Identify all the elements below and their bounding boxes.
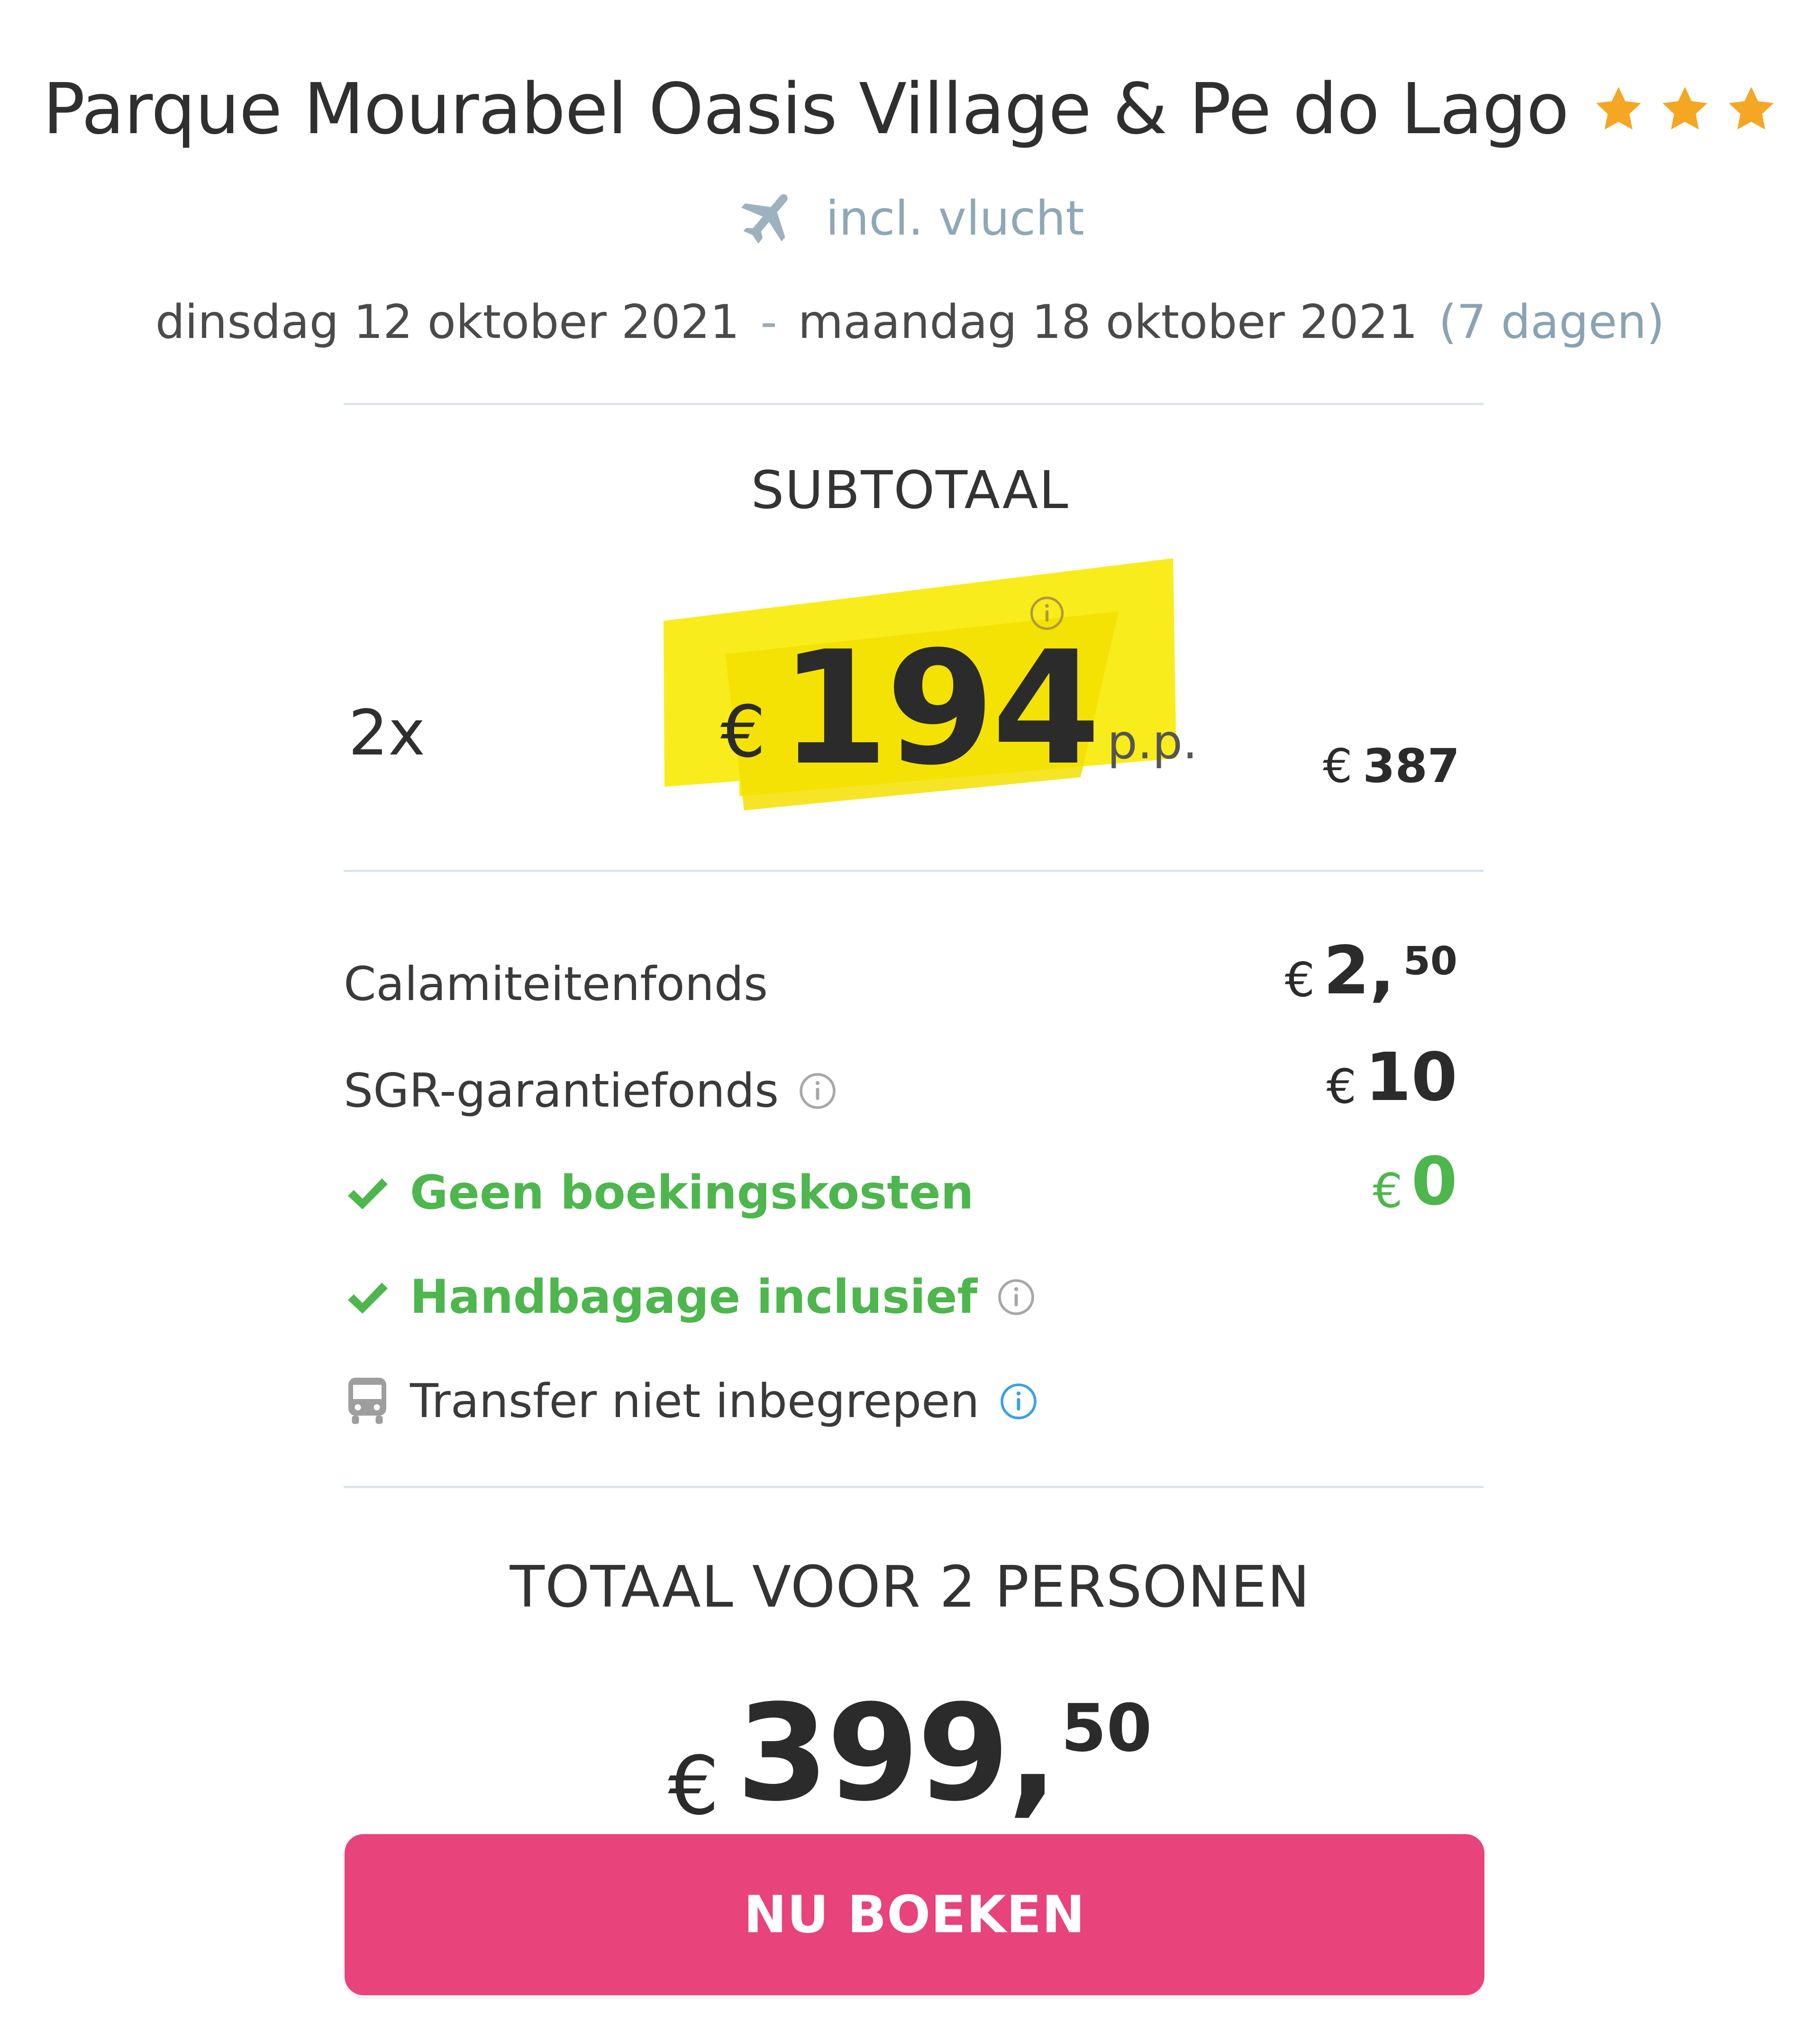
- currency-symbol: €: [668, 1739, 719, 1833]
- transfer-row: Transfer niet inbegrepen: [344, 1374, 1038, 1428]
- divider: [344, 403, 1483, 405]
- transfer-label: Transfer niet inbegrepen: [410, 1374, 980, 1428]
- star-icon: [1592, 83, 1645, 135]
- total-amount: 399,: [736, 1676, 1058, 1831]
- flight-text: incl. vlucht: [826, 190, 1084, 246]
- total-cents: 50: [1061, 1690, 1152, 1766]
- amount-cents: 50: [1403, 939, 1457, 984]
- star-icon: [1659, 83, 1711, 135]
- per-person-suffix: p.p.: [1107, 714, 1198, 770]
- currency-symbol: €: [1372, 1163, 1403, 1218]
- check-icon: [344, 1172, 391, 1214]
- calamiteitenfonds-label: Calamiteitenfonds: [344, 957, 768, 1011]
- amount-value: 0: [1411, 1143, 1457, 1220]
- sgr-garantiefonds-row: SGR-garantiefonds: [344, 1064, 837, 1118]
- star-rating: [1592, 83, 1777, 135]
- no-booking-costs-row: Geen boekingskosten: [344, 1166, 974, 1220]
- info-icon[interactable]: [999, 1382, 1038, 1421]
- calamiteitenfonds-row: Calamiteitenfonds: [344, 957, 768, 1011]
- accommodation-title[interactable]: Parque Mourabel Oasis Village & Pe do La…: [43, 68, 1569, 150]
- currency-symbol: €: [1284, 952, 1315, 1008]
- subtotal-label: SUBTOTAAL: [751, 460, 1069, 520]
- end-date: maandag 18 oktober 2021: [798, 295, 1418, 349]
- sgr-garantiefonds-label: SGR-garantiefonds: [344, 1064, 779, 1118]
- calamiteitenfonds-amount: € 2, 50: [1285, 936, 1457, 1008]
- star-icon: [1725, 83, 1777, 135]
- no-booking-costs-amount: € 0: [1373, 1147, 1457, 1218]
- sgr-garantiefonds-amount: € 10: [1327, 1043, 1457, 1114]
- amount-value: 2,: [1323, 932, 1395, 1009]
- flight-included: incl. vlucht: [0, 185, 1820, 251]
- amount-value: 10: [1365, 1039, 1457, 1116]
- info-icon[interactable]: [996, 1277, 1036, 1317]
- subtotal-total: € 387: [1323, 739, 1460, 793]
- check-icon: [344, 1276, 391, 1318]
- divider: [344, 1486, 1483, 1488]
- currency-symbol: €: [720, 691, 766, 773]
- hand-luggage-label: Handbagage inclusief: [410, 1270, 978, 1324]
- total-label: TOTAAL VOOR 2 PERSONEN: [510, 1554, 1310, 1620]
- trip-duration: (7 dagen): [1438, 295, 1665, 349]
- subtotal-amount: 387: [1363, 739, 1460, 793]
- travel-dates: dinsdag 12 oktober 2021 - maandag 18 okt…: [0, 289, 1820, 355]
- book-now-button[interactable]: NU BOEKEN: [345, 1834, 1484, 1995]
- header: Parque Mourabel Oasis Village & Pe do La…: [0, 62, 1820, 156]
- currency-symbol: €: [1323, 739, 1353, 793]
- start-date: dinsdag 12 oktober 2021: [155, 295, 740, 349]
- hand-luggage-row: Handbagage inclusief: [344, 1270, 1036, 1324]
- total-price: € 399, 50: [0, 1676, 1820, 1833]
- price-per-person-amount: 194: [780, 618, 1101, 800]
- price-per-person: € 194 p.p.: [720, 630, 1198, 787]
- date-separator: -: [760, 295, 777, 349]
- airplane-icon: [736, 185, 802, 251]
- info-icon[interactable]: [798, 1071, 837, 1111]
- price-info-icon[interactable]: [1028, 595, 1065, 632]
- persons-count: 2x: [348, 697, 426, 770]
- divider: [344, 870, 1483, 872]
- bus-icon: [344, 1375, 391, 1427]
- currency-symbol: €: [1326, 1059, 1357, 1114]
- no-booking-costs-label: Geen boekingskosten: [410, 1166, 974, 1220]
